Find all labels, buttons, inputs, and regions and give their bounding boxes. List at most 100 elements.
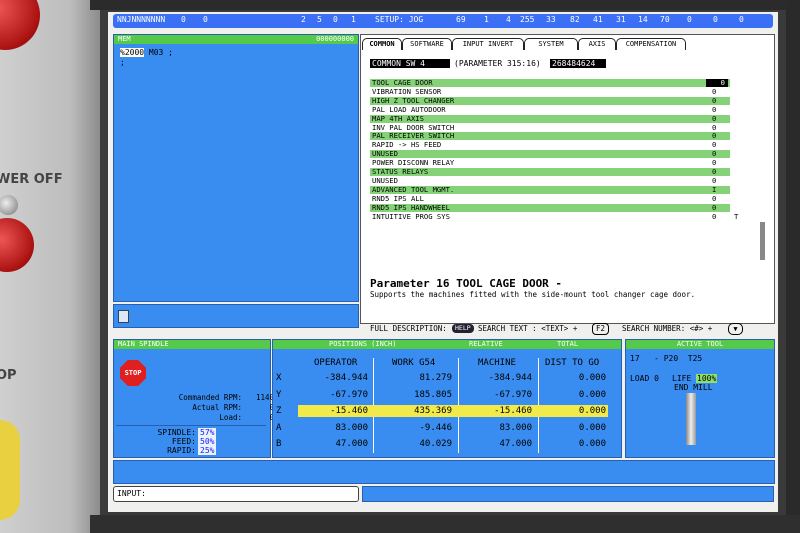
setting-label: VIBRATION SENSOR: [372, 86, 442, 96]
column-header: MACHINE: [478, 358, 516, 368]
program-line[interactable]: ;: [120, 58, 125, 67]
tab-software[interactable]: SOFTWARE: [402, 38, 452, 50]
scrollbar[interactable]: [760, 222, 765, 260]
setting-row[interactable]: MAP 4TH AXIS 0: [370, 113, 730, 123]
status-num: 0: [333, 15, 338, 24]
tool-panel: ACTIVE TOOL 17 - P20 T25 LOAD 0 LIFE 100…: [625, 339, 775, 458]
power-off-button[interactable]: [0, 218, 34, 272]
help-key-button[interactable]: HELP: [452, 324, 474, 333]
bezel-bottom: [90, 515, 800, 533]
tab-compensation[interactable]: COMPENSATION: [616, 38, 686, 50]
column-header: DIST TO GO: [545, 358, 600, 368]
position-value: 81.279: [419, 373, 452, 383]
status-num: 69: [456, 15, 466, 24]
status-bottom-strip: [362, 486, 774, 502]
setting-label: UNUSED: [372, 149, 398, 159]
stop-label: STOP: [124, 369, 142, 377]
setting-label: PAL LOAD AUTODOOR: [372, 104, 446, 114]
positions-title: POSITIONS (INCH): [329, 340, 397, 348]
spindle-panel: MAIN SPINDLE STOP Commanded RPM: 1140 Ac…: [113, 339, 274, 458]
setting-label: UNUSED: [372, 175, 398, 185]
status-num: 33: [546, 15, 556, 24]
input-box[interactable]: INPUT:: [113, 486, 359, 502]
spindle-value: 0: [244, 413, 274, 422]
setting-row[interactable]: RND5 IPS HANDWHEEL 0: [370, 202, 730, 212]
tab-system[interactable]: SYSTEM: [524, 38, 578, 50]
setting-value: 0: [712, 140, 717, 150]
search-text-label: SEARCH TEXT : <TEXT> +: [478, 324, 578, 333]
program-header-right: 000000000: [316, 35, 354, 43]
positions-header: POSITIONS (INCH) RELATIVE TOTAL: [273, 340, 621, 349]
setting-label: STATUS RELAYS: [372, 167, 429, 176]
program-status-strip: [113, 304, 359, 328]
setting-row[interactable]: HIGH Z TOOL CHANGER 0: [370, 95, 730, 105]
emergency-stop-button[interactable]: [0, 0, 40, 50]
setting-row[interactable]: RAPID -> HS FEED 0: [370, 141, 730, 149]
bezel-top: [90, 0, 800, 10]
axis-label: Z: [276, 406, 282, 416]
settings-title: COMMON SW 4: [370, 59, 450, 68]
column-header: WORK G54: [392, 358, 436, 368]
setting-row[interactable]: UNUSED 0: [370, 175, 730, 185]
input-label: INPUT:: [117, 489, 146, 498]
setting-label: TOOL CAGE DOOR: [372, 78, 433, 87]
status-num: 41: [593, 15, 603, 24]
position-value: 0.000: [578, 439, 606, 449]
position-value: 185.805: [414, 389, 452, 400]
yellow-button[interactable]: [0, 420, 20, 520]
setting-value: 0: [712, 95, 717, 105]
tab-common[interactable]: COMMON: [362, 38, 402, 50]
full-description-label: FULL DESCRIPTION:: [370, 324, 447, 333]
setting-label: MAP 4TH AXIS: [372, 113, 424, 123]
setting-label: INTUITIVE PROG SYS: [372, 211, 450, 221]
setting-value: 0: [712, 175, 717, 185]
tool-header: ACTIVE TOOL: [626, 340, 774, 349]
tab-input-invert[interactable]: INPUT INVERT: [452, 38, 524, 50]
description-title: Parameter 16 TOOL CAGE DOOR -: [370, 277, 563, 290]
setting-value: 0: [712, 167, 717, 176]
setting-label: RND5 IPS HANDWHEEL: [372, 202, 450, 212]
setting-row[interactable]: VIBRATION SENSOR 0: [370, 86, 730, 96]
setting-value: I: [712, 184, 717, 194]
position-value: 435.369: [414, 406, 452, 416]
parameter-value: 268484624: [550, 59, 606, 68]
setting-row[interactable]: PAL RECEIVER SWITCH 0: [370, 131, 730, 141]
setting-value: 0: [712, 131, 717, 141]
setting-label: RND5 IPS ALL: [372, 193, 424, 203]
setting-row[interactable]: UNUSED 0: [370, 149, 730, 159]
machine-bezel-left: WER OFF OP: [0, 0, 100, 533]
f2-key-button[interactable]: F2: [592, 323, 610, 335]
position-value: -15.460: [330, 406, 368, 416]
program-panel[interactable]: MEM 000000000 %2000 M03 ; ;: [113, 34, 359, 302]
chevron-down-icon[interactable]: ▼: [728, 323, 743, 335]
setting-row[interactable]: ADVANCED TOOL MGMT. I: [370, 184, 730, 194]
message-strip: [113, 460, 775, 484]
setting-row[interactable]: STATUS RELAYS 0: [370, 168, 730, 176]
status-num: 0: [713, 15, 718, 24]
top-status-bar: NNJNNNNNNN 0 0 2 5 0 1 SETUP: JOG 69 1 4…: [113, 14, 773, 28]
help-bar: FULL DESCRIPTION: HELP SEARCH TEXT : <TE…: [360, 323, 773, 335]
status-num: 0: [203, 15, 208, 24]
tab-axis[interactable]: AXIS: [578, 38, 616, 50]
program-line[interactable]: %2000 M03 ;: [120, 48, 173, 57]
setting-row[interactable]: RND5 IPS ALL 0: [370, 193, 730, 203]
control-screen: NNJNNNNNNN 0 0 2 5 0 1 SETUP: JOG 69 1 4…: [108, 12, 778, 512]
position-value: 47.000: [335, 439, 368, 449]
override-label: SPINDLE:: [157, 428, 196, 437]
column-header: OPERATOR: [314, 358, 358, 368]
override-value: 25%: [198, 446, 217, 455]
setting-row[interactable]: TOOL CAGE DOOR 0: [370, 79, 730, 87]
setting-label: HIGH Z TOOL CHANGER: [372, 95, 455, 105]
status-num: 0: [687, 15, 692, 24]
setting-value: 0: [712, 86, 717, 96]
spindle-header: MAIN SPINDLE: [114, 340, 270, 349]
power-off-knob[interactable]: [0, 195, 18, 215]
position-value: -67.970: [494, 389, 532, 400]
setting-row[interactable]: INV PAL DOOR SWITCH 0: [370, 123, 730, 132]
tool-name: END MILL: [674, 383, 713, 392]
setting-row[interactable]: INTUITIVE PROG SYS 0 T: [370, 211, 738, 221]
position-value: -67.970: [330, 389, 368, 400]
setting-row[interactable]: POWER DISCONN RELAY 0: [370, 159, 730, 167]
status-num: 255: [520, 15, 535, 24]
setting-row[interactable]: PAL LOAD AUTODOOR 0: [370, 104, 730, 114]
